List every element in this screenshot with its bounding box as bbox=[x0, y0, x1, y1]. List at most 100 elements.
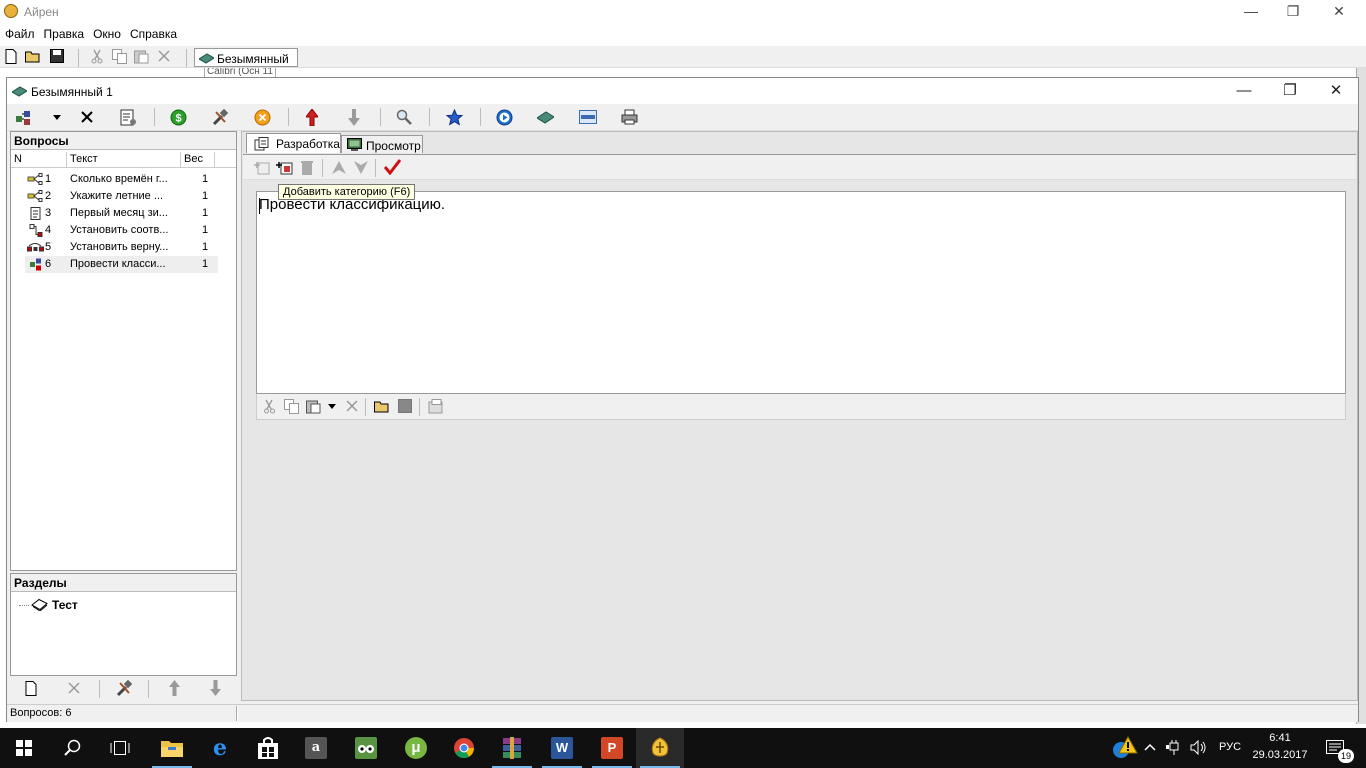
print-icon[interactable] bbox=[621, 109, 638, 125]
main-toolbar: $ bbox=[7, 105, 1358, 131]
editor-delete-icon[interactable] bbox=[346, 400, 358, 412]
column-header-number[interactable]: N bbox=[11, 152, 67, 167]
taskbar-explorer[interactable] bbox=[148, 728, 196, 768]
question-row-4[interactable]: 4 Установить соотв... 1 bbox=[25, 222, 218, 239]
delete-question-icon[interactable] bbox=[80, 110, 94, 124]
tab-development[interactable]: Разработка bbox=[246, 133, 341, 153]
tools-icon[interactable] bbox=[212, 109, 229, 126]
taskbar-tripadvisor[interactable] bbox=[342, 728, 390, 768]
question-row-5[interactable]: 5 Установить верну... 1 bbox=[25, 239, 218, 256]
taskbar-amazon[interactable]: a bbox=[292, 728, 340, 768]
cut-icon[interactable] bbox=[90, 49, 104, 64]
menu-help[interactable]: Справка bbox=[125, 25, 181, 41]
paste-icon[interactable] bbox=[134, 49, 149, 64]
minimize-button[interactable]: — bbox=[1228, 0, 1274, 23]
editor-paste-icon[interactable] bbox=[306, 399, 321, 414]
doc-title: Безымянный 1 bbox=[31, 85, 113, 99]
item-move-up-icon[interactable] bbox=[331, 160, 347, 175]
new-file-icon[interactable] bbox=[5, 49, 17, 64]
publish-icon[interactable] bbox=[537, 110, 554, 124]
menu-window[interactable]: Окно bbox=[88, 25, 125, 41]
search-icon[interactable] bbox=[396, 109, 412, 125]
action-center-button[interactable]: 19 bbox=[1318, 728, 1366, 768]
question-row-3[interactable]: 3 Первый месяц зи... 1 bbox=[25, 205, 218, 222]
word-icon: W bbox=[551, 737, 573, 759]
edge-icon: e bbox=[213, 735, 227, 761]
taskbar-utorrent[interactable]: μ bbox=[392, 728, 440, 768]
taskbar-chrome[interactable] bbox=[440, 728, 488, 768]
tray-chevron-icon[interactable] bbox=[1144, 743, 1156, 751]
html-export-icon[interactable] bbox=[579, 110, 597, 124]
column-header-text[interactable]: Текст bbox=[67, 152, 181, 167]
taskbar-winrar[interactable] bbox=[488, 728, 536, 768]
question-text: Первый месяц зи... bbox=[70, 207, 168, 219]
question-weight: 1 bbox=[202, 190, 209, 202]
question-row-1[interactable]: 1 Сколько времён г... 1 bbox=[25, 171, 218, 188]
insert-file-icon[interactable] bbox=[374, 399, 390, 414]
editor-copy-icon[interactable] bbox=[284, 399, 299, 414]
delete-section-icon[interactable] bbox=[68, 682, 80, 694]
taskbar-edge[interactable]: e bbox=[196, 728, 244, 768]
close-button[interactable]: ✕ bbox=[1316, 0, 1362, 23]
question-text-editor[interactable]: Провести классификацию. bbox=[256, 191, 1346, 394]
clock-date[interactable]: 29.03.2017 bbox=[1250, 749, 1310, 761]
insert-image-icon[interactable] bbox=[398, 399, 412, 413]
copy-icon[interactable] bbox=[112, 49, 127, 64]
amazon-icon: a bbox=[305, 737, 327, 759]
doc-close-button[interactable]: ✕ bbox=[1313, 79, 1359, 103]
editor-cut-icon[interactable] bbox=[263, 399, 276, 414]
section-tools-icon[interactable] bbox=[116, 680, 133, 697]
menu-file[interactable]: Файл bbox=[0, 25, 39, 41]
section-tree-item[interactable]: Тест bbox=[19, 596, 219, 614]
task-view-button[interactable] bbox=[96, 728, 144, 768]
power-plug-icon[interactable] bbox=[1166, 740, 1182, 755]
column-header-weight[interactable]: Вес bbox=[181, 152, 215, 167]
restore-button[interactable]: ❐ bbox=[1270, 0, 1316, 23]
delete-item-icon[interactable] bbox=[301, 160, 313, 175]
checkmark-icon[interactable] bbox=[384, 159, 401, 175]
questions-table-header: N Текст Вес bbox=[11, 152, 236, 168]
clock-time[interactable]: 6:41 bbox=[1250, 732, 1310, 744]
question-weight: 1 bbox=[202, 241, 209, 253]
add-question-icon[interactable] bbox=[15, 109, 37, 126]
score-icon[interactable]: $ bbox=[170, 109, 187, 126]
paste-dropdown-icon[interactable] bbox=[328, 404, 336, 409]
taskbar-powerpoint[interactable]: P bbox=[588, 728, 636, 768]
taskbar: e a μ W P РУС 6:41 29.03.2017 19 bbox=[0, 728, 1366, 768]
delete-icon[interactable] bbox=[157, 49, 171, 63]
doc-minimize-button[interactable]: — bbox=[1221, 79, 1267, 103]
question-row-2[interactable]: 2 Укажите летние ... 1 bbox=[25, 188, 218, 205]
play-test-icon[interactable] bbox=[496, 109, 513, 126]
new-section-icon[interactable] bbox=[25, 681, 37, 696]
dropdown-arrow-icon[interactable] bbox=[53, 115, 61, 120]
save-icon[interactable] bbox=[50, 49, 64, 63]
update-warning-icon[interactable] bbox=[1110, 735, 1138, 763]
multi-choice-icon bbox=[27, 173, 43, 185]
app-title: Айрен bbox=[24, 5, 59, 19]
taskbar-airen[interactable] bbox=[636, 728, 684, 768]
item-move-down-icon[interactable] bbox=[353, 160, 369, 175]
question-row-6[interactable]: 6 Провести класси... 1 bbox=[25, 256, 218, 273]
taskbar-store[interactable] bbox=[244, 728, 292, 768]
move-down-icon[interactable] bbox=[348, 109, 360, 126]
move-up-icon[interactable] bbox=[306, 109, 318, 126]
tab-preview[interactable]: Просмотр bbox=[341, 135, 423, 153]
taskbar-word[interactable]: W bbox=[538, 728, 586, 768]
doc-restore-button[interactable]: ❐ bbox=[1267, 79, 1313, 103]
add-category-icon[interactable] bbox=[276, 160, 293, 175]
start-button[interactable] bbox=[0, 728, 48, 768]
menu-edit[interactable]: Правка bbox=[39, 25, 89, 41]
cancel-icon[interactable] bbox=[254, 109, 271, 126]
editor-properties-icon[interactable] bbox=[428, 399, 444, 414]
taskbar-search-button[interactable] bbox=[48, 728, 96, 768]
question-text: Провести класси... bbox=[70, 258, 166, 270]
open-folder-icon[interactable] bbox=[25, 49, 41, 64]
question-properties-icon[interactable] bbox=[120, 109, 137, 126]
section-move-down-icon[interactable] bbox=[210, 680, 221, 696]
section-move-up-icon[interactable] bbox=[169, 680, 180, 696]
doc-tab[interactable]: Безымянный 1 bbox=[194, 48, 298, 80]
volume-icon[interactable] bbox=[1190, 740, 1207, 755]
input-language[interactable]: РУС bbox=[1219, 741, 1241, 753]
add-item-icon[interactable] bbox=[254, 160, 270, 175]
favorite-star-icon[interactable] bbox=[446, 109, 463, 126]
